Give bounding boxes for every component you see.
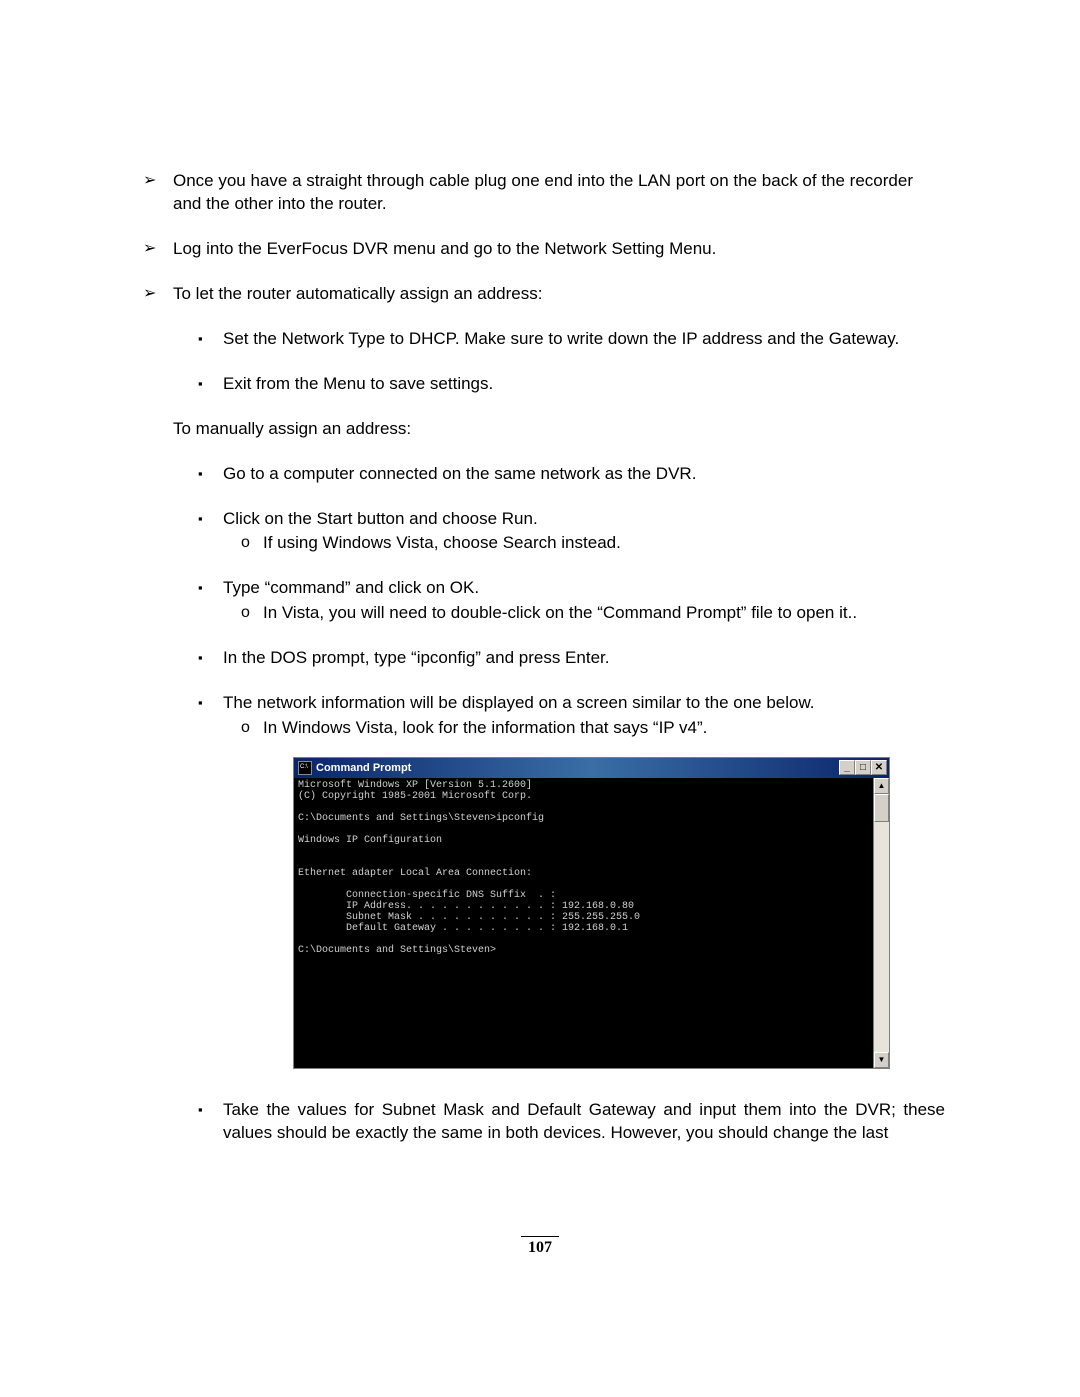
circle-bullet-list: If using Windows Vista, choose Search in… xyxy=(223,532,945,555)
square-item: Go to a computer connected on the same n… xyxy=(223,463,945,486)
scroll-track[interactable] xyxy=(874,822,889,1052)
window-title: Command Prompt xyxy=(316,761,411,776)
scrollbar[interactable]: ▲ ▼ xyxy=(873,778,889,1068)
circle-bullet-list: In Vista, you will need to double-click … xyxy=(223,602,945,625)
circle-item: In Vista, you will need to double-click … xyxy=(263,602,945,625)
circle-bullet-list: In Windows Vista, look for the informati… xyxy=(223,717,945,740)
manual-intro: To manually assign an address: xyxy=(173,418,945,441)
circle-item: If using Windows Vista, choose Search in… xyxy=(263,532,945,555)
command-prompt-window: Command Prompt _ □ ✕ Microsoft Windows X… xyxy=(293,757,890,1069)
square-item: Type “command” and click on OK. In Vista… xyxy=(223,577,945,625)
arrow-item: Log into the EverFocus DVR menu and go t… xyxy=(173,238,945,261)
square-item-text: Click on the Start button and choose Run… xyxy=(223,509,538,528)
close-button[interactable]: ✕ xyxy=(871,760,887,775)
square-item: Set the Network Type to DHCP. Make sure … xyxy=(223,328,945,351)
arrow-item: To let the router automatically assign a… xyxy=(173,283,945,1145)
arrow-item-text: To let the router automatically assign a… xyxy=(173,284,542,303)
document-content: Once you have a straight through cable p… xyxy=(135,170,945,1145)
scroll-down-button[interactable]: ▼ xyxy=(874,1052,889,1068)
minimize-button[interactable]: _ xyxy=(839,760,855,775)
circle-item: In Windows Vista, look for the informati… xyxy=(263,717,945,740)
square-item: Take the values for Subnet Mask and Defa… xyxy=(223,1099,945,1145)
arrow-item: Once you have a straight through cable p… xyxy=(173,170,945,216)
scroll-up-button[interactable]: ▲ xyxy=(874,778,889,794)
window-buttons: _ □ ✕ xyxy=(839,760,887,775)
page-footer: 107 xyxy=(0,1236,1080,1257)
page-number: 107 xyxy=(0,1239,1080,1257)
square-item-text: Type “command” and click on OK. xyxy=(223,578,479,597)
square-item: The network information will be displaye… xyxy=(223,692,945,740)
square-bullet-list: Set the Network Type to DHCP. Make sure … xyxy=(173,328,945,396)
window-titlebar: Command Prompt _ □ ✕ xyxy=(294,758,889,778)
square-item: Exit from the Menu to save settings. xyxy=(223,373,945,396)
cmd-body-wrap: Microsoft Windows XP [Version 5.1.2600] … xyxy=(294,778,889,1068)
cmd-icon xyxy=(298,761,312,775)
square-item: In the DOS prompt, type “ipconfig” and p… xyxy=(223,647,945,670)
square-item-image: Command Prompt _ □ ✕ Microsoft Windows X… xyxy=(223,757,945,1069)
scroll-thumb[interactable] xyxy=(874,794,889,822)
footer-rule xyxy=(521,1236,559,1237)
maximize-button[interactable]: □ xyxy=(855,760,871,775)
arrow-bullet-list: Once you have a straight through cable p… xyxy=(135,170,945,1145)
square-bullet-list: Go to a computer connected on the same n… xyxy=(173,463,945,1145)
square-item-text: The network information will be displaye… xyxy=(223,693,815,712)
cmd-output: Microsoft Windows XP [Version 5.1.2600] … xyxy=(294,778,873,1068)
square-item: Click on the Start button and choose Run… xyxy=(223,508,945,556)
